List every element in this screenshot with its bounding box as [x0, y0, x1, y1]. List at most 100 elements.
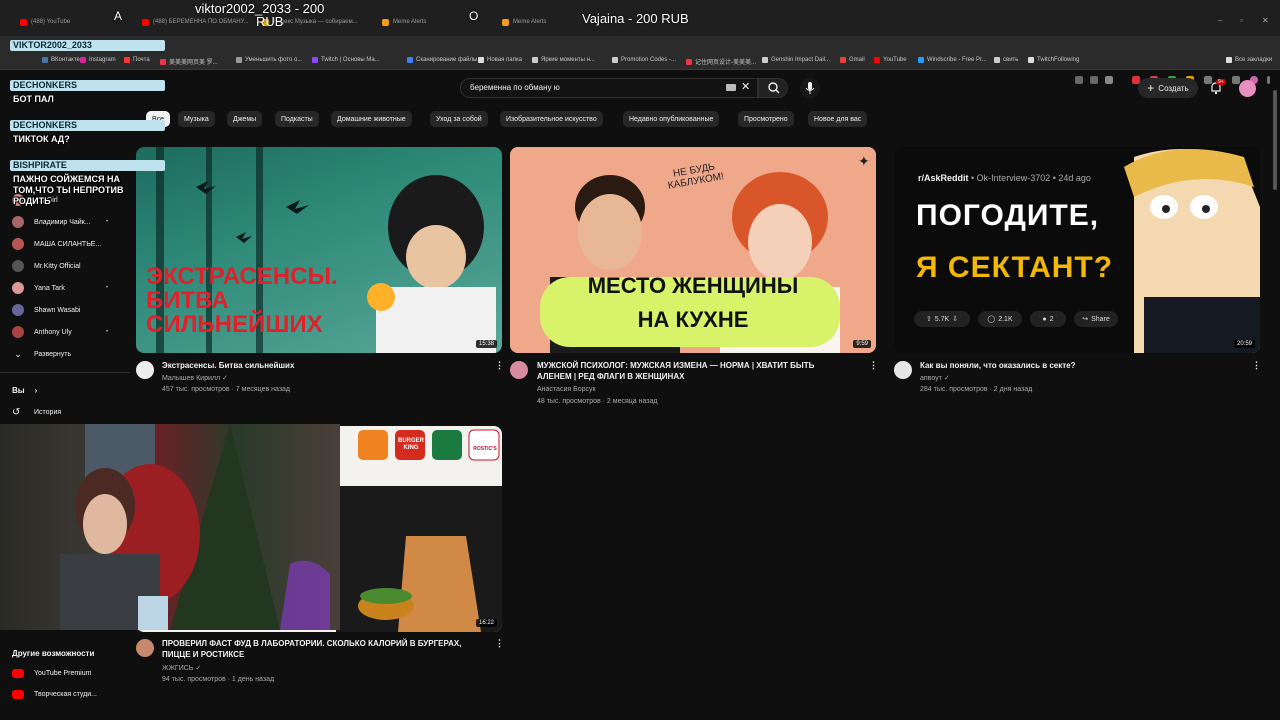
mic-icon [805, 82, 815, 94]
bookmark[interactable]: Почта [124, 57, 150, 63]
sidebar-item-studio[interactable]: Творческая студи... [12, 685, 97, 703]
more-vert-icon[interactable]: ⋮ [869, 360, 878, 371]
sidebar-item-history[interactable]: ↺ История [12, 403, 61, 421]
more-vert-icon[interactable]: ⋮ [1252, 360, 1261, 371]
bookmark[interactable]: Promotion Codes -... [612, 57, 676, 63]
video-title[interactable]: МУЖСКОЙ ПСИХОЛОГ: МУЖСКАЯ ИЗМЕНА — НОРМА… [537, 360, 837, 382]
voice-search-button[interactable] [800, 78, 820, 98]
video-title[interactable]: ПРОВЕРИЛ ФАСТ ФУД В ЛАБОРАТОРИИ. СКОЛЬКО… [162, 638, 482, 660]
video-title[interactable]: Как вы поняли, что оказались в секте? [920, 360, 1240, 371]
bookmark[interactable]: Новая папка [478, 57, 522, 63]
bookmark[interactable]: 记住网页设计-美美美... [686, 57, 756, 66]
search-icon [768, 82, 780, 94]
more-vert-icon[interactable]: ⋮ [495, 360, 504, 371]
more-vert-icon[interactable]: ⋮ [495, 638, 504, 649]
chip-watched[interactable]: Просмотрено [738, 111, 794, 127]
maximize-icon[interactable]: ▫ [1240, 16, 1243, 25]
sidepanel-icon[interactable] [1232, 76, 1240, 84]
sidebar-sub-item[interactable]: Mr.Kitty Official [12, 257, 81, 275]
share-icon: ↪ [1082, 316, 1089, 323]
chip-new-for-you[interactable]: Новое для вас [808, 111, 868, 127]
vk-icon [42, 57, 48, 63]
thumbnail-title-line2: НА КУХНЕ [637, 307, 749, 332]
chip-jams[interactable]: Джемы [227, 111, 263, 127]
thumbnail-title-line1: МЕСТО ЖЕНЩИНЫ [587, 273, 799, 298]
address-bar[interactable] [0, 36, 1280, 84]
chevron-down-icon: ⌄ [14, 348, 22, 359]
thumbnail-title-line2: Я СЕКТАНТ? [916, 251, 1114, 284]
sidebar-sub-item[interactable]: Yana Tark • [12, 279, 108, 297]
bookmark[interactable]: Twitch | Основы Ma... [312, 57, 380, 63]
video-meta: 48 тыс. просмотров · 2 месяца назад [537, 398, 658, 405]
bookmark[interactable]: ВКонтакте [42, 57, 80, 63]
memealerts-icon [502, 18, 509, 26]
channel-avatar[interactable] [136, 361, 154, 379]
chip-recent[interactable]: Недавно опубликованные [623, 111, 720, 127]
chip-selfcare[interactable]: Уход за собой [430, 111, 488, 127]
create-button[interactable]: + Создать [1138, 78, 1198, 98]
bookmark[interactable]: Genshin Impact Dail... [762, 57, 830, 63]
video-duration: 20:59 [1233, 340, 1255, 348]
video-thumbnail[interactable]: r/AskReddit • Ok-Interview-3702 • 24d ag… [894, 147, 1260, 353]
sidebar-divider [0, 372, 130, 373]
bookmark[interactable]: Instagram [80, 57, 116, 63]
chip-music[interactable]: Музыка [178, 111, 215, 127]
bookmark[interactable]: Уменьшить фото о... [236, 57, 302, 63]
keyboard-icon[interactable] [726, 84, 736, 91]
channel-name[interactable]: Малышев Кирилл ✓ [162, 374, 228, 382]
verified-icon: ✓ [943, 375, 950, 382]
channel-avatar [12, 304, 24, 316]
sidebar-expand[interactable]: ⌄ Развернуть [12, 345, 71, 363]
bookmark[interactable]: Яркие моменты н... [532, 57, 595, 63]
sidebar-item-premium[interactable]: YouTube Premium [12, 664, 91, 682]
video-title[interactable]: Экстрасенсы. Битва сильнейших [162, 360, 482, 371]
page-scrollbar[interactable] [1273, 90, 1277, 190]
bookmark[interactable]: YouTube [874, 57, 907, 63]
chip-fine-art[interactable]: Изобразительное искусство [500, 111, 603, 127]
channel-avatar[interactable] [894, 361, 912, 379]
video-duration: 15:38 [475, 340, 497, 348]
browser-tab[interactable]: Meme Alerts [502, 12, 572, 32]
all-bookmarks[interactable]: Все закладки [1226, 57, 1272, 63]
channel-name[interactable]: Анастасия Борсук [537, 386, 596, 393]
chip-pets[interactable]: Домашние животные [331, 111, 412, 127]
channel-avatar[interactable] [510, 361, 528, 379]
sidebar-sub-item[interactable]: Shawn Wasabi [12, 301, 80, 319]
instagram-icon [80, 57, 86, 63]
bookmark[interactable]: Сканирование файлы [407, 57, 477, 63]
channel-name[interactable]: апвоут ✓ [920, 374, 950, 382]
rostics-logo: ROSTIC'S [473, 446, 497, 452]
award-pill: ● 2 [1030, 311, 1066, 327]
chip-podcasts[interactable]: Подкасты [275, 111, 319, 127]
bookmark[interactable]: TwitchFollowing [1028, 57, 1079, 63]
chevron-right-icon: › [34, 385, 38, 395]
search-query[interactable]: беременна по обману ю [470, 83, 560, 92]
verified-icon: ✓ [222, 375, 228, 382]
star-icon[interactable] [1105, 76, 1113, 84]
cast-icon[interactable] [1075, 76, 1083, 84]
sidebar-sub-item[interactable]: МАША СИЛАНТЬЕ... [12, 235, 101, 253]
zoom-icon[interactable] [1090, 76, 1098, 84]
close-window-icon[interactable]: ✕ [1262, 16, 1269, 25]
notifications-button[interactable]: 9+ [1208, 79, 1226, 96]
sidebar-you-header[interactable]: Вы › [12, 381, 37, 399]
channel-avatar[interactable] [136, 639, 154, 657]
bookmark[interactable]: 美美美网页美 罗... [160, 57, 218, 66]
bookmark[interactable]: Windscribe - Free Pr... [918, 57, 987, 63]
search-button[interactable] [758, 78, 788, 98]
video-thumbnail[interactable]: МЕСТО ЖЕНЩИНЫ НА КУХНЕ НЕ БУДЬ КАБЛУКОМ!… [510, 147, 876, 353]
clear-search-icon[interactable]: ✕ [741, 80, 750, 93]
site-icon [160, 58, 166, 65]
more-vert-icon[interactable] [1267, 76, 1270, 84]
bookmark[interactable]: Gmail [840, 57, 865, 63]
video-meta: 457 тыс. просмотров · 7 месяцев назад [162, 386, 290, 393]
sidebar-sub-item[interactable]: Anthony Uly • [12, 323, 108, 341]
video-thumbnail[interactable]: ЭКСТРАСЕНСЫ. БИТВА СИЛЬНЕЙШИХ 15:38 [136, 147, 502, 353]
minimize-icon[interactable]: – [1218, 16, 1222, 25]
folder-icon [478, 57, 484, 63]
bookmark[interactable]: свить [994, 57, 1018, 63]
channel-name[interactable]: ЖЖГИСЬ ✓ [162, 664, 201, 672]
sidebar-sub-item[interactable]: Владимир Чайк... • [12, 213, 108, 231]
youtube-premium-icon [12, 668, 24, 678]
account-avatar[interactable] [1239, 80, 1256, 97]
